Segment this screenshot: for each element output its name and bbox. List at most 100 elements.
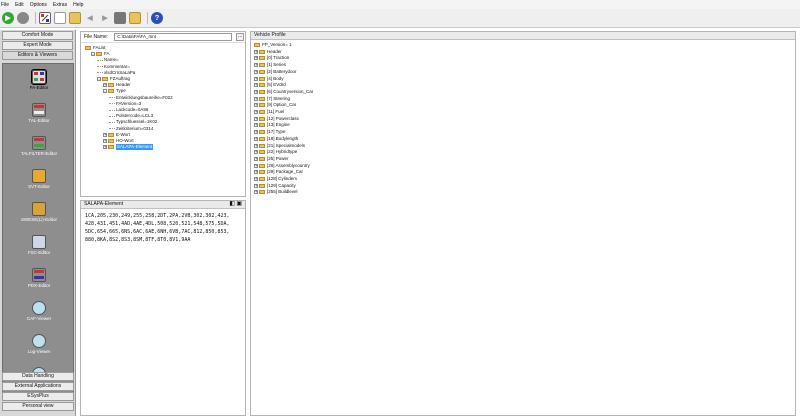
vehicle-profile-item[interactable]: + [21] Specialmodels [254, 143, 305, 149]
tree-node[interactable]: Polstercode=LCL3 [109, 113, 153, 119]
tree-node[interactable]: - FA [91, 51, 110, 57]
expand-icon[interactable]: + [254, 177, 258, 181]
tree-node[interactable]: Name= [97, 57, 119, 63]
expand-icon[interactable]: + [254, 183, 258, 188]
back-icon[interactable]: ◀ [84, 12, 96, 24]
vehicle-profile-item[interactable]: + [11] Fuel [254, 109, 284, 115]
vehicle-profile-item[interactable]: + [7] Steering [254, 96, 290, 102]
expand-icon[interactable]: + [254, 143, 258, 148]
expand-icon[interactable]: + [254, 103, 258, 108]
talfilter-editor-item[interactable]: TALFILTER-Editor [3, 136, 75, 156]
vehicle-profile-item[interactable]: + [28] Assemblycountry [254, 163, 310, 169]
tree-node[interactable]: xlsdCrnSaLaPa [97, 70, 135, 76]
stop-icon[interactable] [17, 12, 29, 24]
caf-viewer-item[interactable]: CAF-Viewer [3, 301, 75, 321]
go-green-icon[interactable]: ▶ [2, 12, 14, 24]
vehicle-profile-item[interactable]: + [129] Capacity [254, 183, 296, 189]
help-icon[interactable]: ? [151, 12, 163, 24]
panel-close-icon[interactable]: ▣ [236, 201, 242, 208]
panel-options-icon[interactable]: ◧ [229, 201, 235, 208]
vehicle-profile-item[interactable]: + [128] Cylinders [254, 176, 297, 182]
vehicle-profile-item[interactable]: + [0] Traction [254, 55, 289, 61]
folder-export-icon[interactable] [129, 12, 141, 24]
vehicle-profile-item[interactable]: + [17] Type [254, 129, 285, 135]
log-viewer-item[interactable]: Log-Viewer [3, 334, 75, 354]
menu-file[interactable]: File [0, 2, 9, 8]
vehicle-profile-item[interactable]: + [29] Package_Car [254, 169, 303, 175]
vehicle-profile-item[interactable]: + [25] Power [254, 156, 289, 162]
vehicle-profile-item[interactable]: + [6] Countryversion_Car [254, 89, 313, 95]
vehicle-profile-item[interactable]: + [12] Powerclass [254, 116, 299, 122]
expand-icon[interactable]: + [254, 190, 258, 195]
expand-icon[interactable]: + [254, 69, 258, 74]
collapse-icon[interactable]: - [103, 89, 107, 94]
vehicle-profile-item[interactable]: + [4] Body [254, 76, 284, 82]
expand-icon[interactable]: + [254, 63, 258, 68]
expand-icon[interactable]: + [254, 130, 258, 135]
expand-icon[interactable]: + [103, 145, 107, 150]
expand-icon[interactable]: + [254, 163, 258, 168]
tree-node[interactable]: Lackcode=0A96 [109, 107, 148, 113]
data-handling-button[interactable]: Data Handling [2, 372, 74, 381]
vehicle-profile-item[interactable]: + [2] Batterydoor [254, 69, 297, 75]
vehicle-profile-item[interactable]: + [22] Hybridtype [254, 149, 297, 155]
expand-icon[interactable]: + [254, 110, 258, 114]
expand-icon[interactable]: + [254, 150, 258, 155]
swese-editor-item[interactable]: SWESE(Li)-Editor [3, 202, 75, 222]
pdx-editor-item[interactable]: PDX-Editor [3, 268, 75, 288]
menu-edit[interactable]: Edit [14, 2, 24, 8]
tree-node[interactable]: Entwicklungsbaureihe=F022 [109, 95, 173, 101]
expand-icon[interactable]: + [254, 83, 258, 88]
menu-extras[interactable]: Extras [52, 2, 67, 8]
svt-editor-item[interactable]: SVT-Editor [3, 169, 75, 189]
tree-node[interactable]: + E-Wort [103, 132, 130, 138]
tree-node[interactable]: Zeitkriterium=0314 [109, 126, 153, 132]
expand-icon[interactable]: + [254, 56, 258, 61]
salapa-text[interactable]: 1CA,205,230,249,255,258,2DT,2PA,2VB,302,… [81, 209, 245, 247]
esysplus-button[interactable]: ESysPlus [2, 392, 74, 401]
personal-view-button[interactable]: Personal view [2, 402, 74, 411]
tree-node[interactable]: + Header [103, 82, 131, 88]
tools-icon[interactable] [39, 12, 51, 24]
expand-icon[interactable]: + [254, 89, 258, 94]
expand-icon[interactable]: + [103, 139, 107, 143]
vehicle-profile-item[interactable]: + [9] Option_Car [254, 102, 296, 108]
expand-icon[interactable]: + [103, 132, 107, 137]
vehicle-profile-root[interactable]: FP_Version= 1 [254, 42, 292, 48]
browse-button[interactable]: ... [236, 33, 245, 41]
comfort-mode-button[interactable]: Comfort Mode [2, 31, 73, 40]
editors-viewers-button[interactable]: Editors & Viewers [2, 51, 73, 60]
tree-node[interactable]: FAList [85, 45, 106, 51]
fsc-editor-item[interactable]: FSC-Editor [3, 235, 75, 255]
fa-editor-item[interactable]: FA-Editor [3, 69, 75, 90]
tree-node[interactable]: + HO-Wort [103, 138, 134, 144]
expand-icon[interactable]: + [254, 76, 258, 81]
tree-node[interactable]: - FZAuftrag [97, 76, 130, 82]
expand-icon[interactable]: + [254, 136, 258, 141]
forward-icon[interactable]: ▶ [99, 12, 111, 24]
grid-icon[interactable] [114, 12, 126, 24]
vehicle-profile-item[interactable]: + [18] Bodylength [254, 136, 298, 142]
expand-icon[interactable]: + [254, 116, 258, 121]
expand-icon[interactable]: + [254, 123, 258, 128]
vehicle-profile-item[interactable]: + [1] Series [254, 62, 286, 68]
expand-icon[interactable]: + [254, 96, 258, 101]
collapse-icon[interactable]: - [97, 77, 101, 81]
file-name-input[interactable]: C:\Data\FA\FA_mnt [114, 33, 233, 41]
tal-editor-item[interactable]: TAL-Editor [3, 103, 75, 123]
tree-node[interactable]: + SALAPA-Element [103, 144, 154, 151]
vehicle-profile-item[interactable]: + [255] Buildlevel [254, 189, 298, 195]
expand-icon[interactable]: + [254, 156, 258, 161]
expand-icon[interactable]: + [254, 170, 258, 175]
open-folder-icon[interactable] [69, 12, 81, 24]
tree-node[interactable]: Typschluessel=1K02 [109, 119, 157, 125]
tree-node[interactable]: FAVersion=3 [109, 101, 141, 107]
new-doc-icon[interactable] [54, 12, 66, 24]
menu-options[interactable]: Options [29, 2, 47, 8]
tree-node[interactable]: Kommentar= [97, 64, 130, 70]
collapse-icon[interactable]: - [91, 52, 95, 57]
expand-icon[interactable]: + [103, 83, 107, 88]
vehicle-profile-item[interactable]: + Header [254, 49, 282, 55]
external-applications-button[interactable]: External Applications [2, 382, 74, 391]
vehicle-profile-item[interactable]: + [13] Engine [254, 122, 290, 128]
